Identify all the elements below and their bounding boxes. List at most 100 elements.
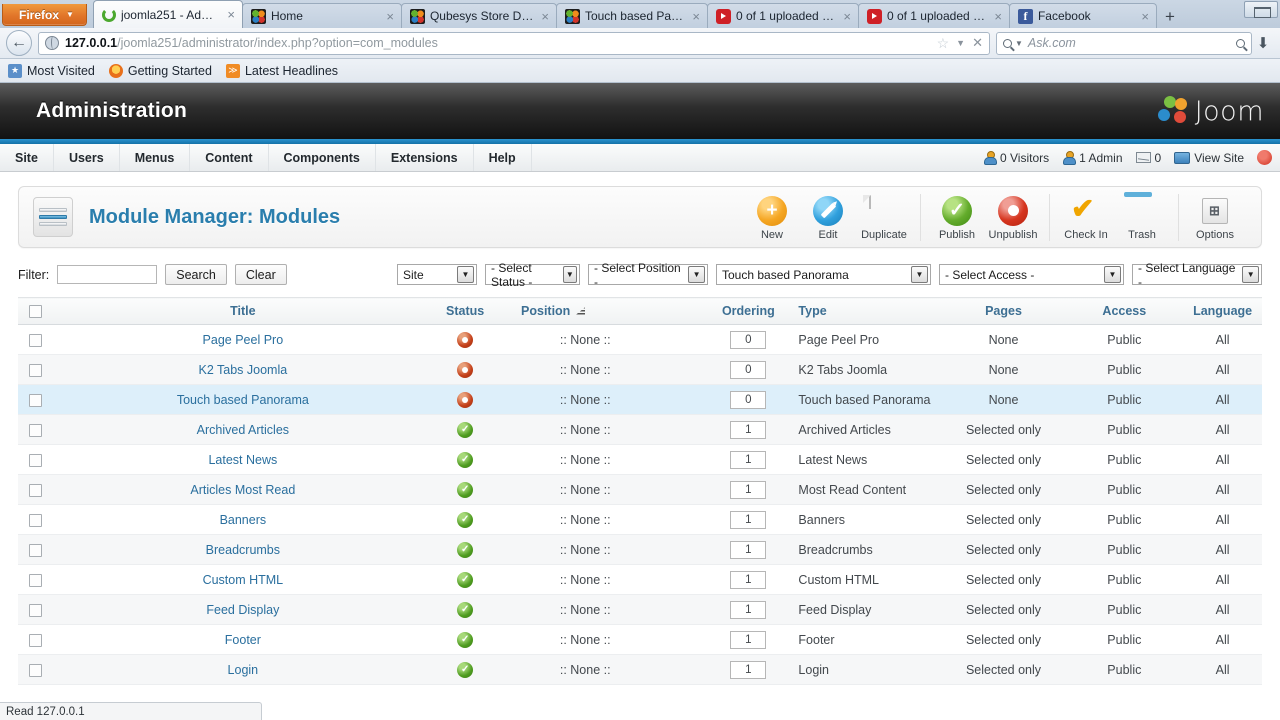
- search-bar[interactable]: ▼ Ask.com: [996, 31, 1252, 55]
- row-ordering-cell[interactable]: 0: [704, 354, 793, 385]
- window-restore-button[interactable]: [1244, 1, 1278, 18]
- row-select-cell[interactable]: [18, 504, 53, 535]
- ordering-input[interactable]: 1: [730, 510, 767, 529]
- bookmark-latest-headlines[interactable]: ≫ Latest Headlines: [225, 63, 338, 78]
- duplicate-button[interactable]: Duplicate: [856, 194, 912, 241]
- search-input[interactable]: Ask.com: [1028, 36, 1231, 50]
- row-checkbox[interactable]: [28, 363, 42, 377]
- module-title-link[interactable]: Custom HTML: [203, 573, 284, 587]
- row-ordering-cell[interactable]: 1: [704, 534, 793, 565]
- th-pages[interactable]: Pages: [941, 297, 1066, 325]
- published-status-icon[interactable]: ✓: [457, 571, 474, 588]
- row-ordering-cell[interactable]: 1: [704, 594, 793, 625]
- row-status-cell[interactable]: ✓: [433, 504, 498, 535]
- unpublished-status-icon[interactable]: [457, 391, 474, 408]
- published-status-icon[interactable]: ✓: [457, 511, 474, 528]
- publish-button[interactable]: ✓ Publish: [929, 194, 985, 241]
- bookmark-most-visited[interactable]: ★ Most Visited: [8, 63, 95, 78]
- filter-search-input[interactable]: [57, 265, 158, 284]
- row-status-cell[interactable]: ✓: [433, 414, 498, 445]
- row-title-cell[interactable]: Articles Most Read: [52, 474, 434, 505]
- table-row[interactable]: Banners ✓:: None :: 1 Banners Selected only P…: [18, 504, 1262, 535]
- unpublish-button[interactable]: Unpublish: [985, 194, 1041, 241]
- row-select-cell[interactable]: [18, 474, 53, 505]
- th-ordering[interactable]: Ordering: [704, 297, 793, 325]
- module-title-link[interactable]: Banners: [220, 513, 267, 527]
- url-bar[interactable]: 127.0.0.1/joomla251/administrator/index.…: [38, 31, 990, 55]
- th-language[interactable]: Language: [1183, 297, 1262, 325]
- row-status-cell[interactable]: ✓: [433, 594, 498, 625]
- published-status-icon[interactable]: ✓: [457, 451, 474, 468]
- published-status-icon[interactable]: ✓: [457, 541, 474, 558]
- close-icon[interactable]: ×: [385, 10, 395, 23]
- row-ordering-cell[interactable]: 1: [704, 504, 793, 535]
- new-tab-button[interactable]: +: [1158, 6, 1182, 28]
- view-site-link[interactable]: View Site: [1174, 151, 1244, 165]
- close-icon[interactable]: ×: [226, 8, 236, 21]
- row-status-cell[interactable]: ✓: [433, 564, 498, 595]
- messages-count[interactable]: 0: [1135, 151, 1161, 165]
- table-row[interactable]: Articles Most Read ✓:: None :: 1 Most Read …: [18, 474, 1262, 505]
- row-checkbox[interactable]: [28, 393, 42, 407]
- row-select-cell[interactable]: [18, 414, 53, 445]
- row-select-cell[interactable]: [18, 444, 53, 475]
- table-row[interactable]: K2 Tabs Joomla:: None :: 0 K2 Tabs Joomla N…: [18, 354, 1262, 385]
- module-title-link[interactable]: Touch based Panorama: [177, 393, 309, 407]
- row-checkbox[interactable]: [28, 573, 42, 587]
- row-ordering-cell[interactable]: 1: [704, 474, 793, 505]
- row-select-cell[interactable]: [18, 354, 53, 385]
- stop-close-icon[interactable]: ✕: [972, 35, 983, 51]
- row-ordering-cell[interactable]: 1: [704, 564, 793, 595]
- menu-item-help[interactable]: Help: [474, 144, 532, 171]
- select-language[interactable]: - Select Language - ▼: [1132, 261, 1262, 289]
- row-checkbox[interactable]: [28, 543, 42, 557]
- module-title-link[interactable]: Latest News: [208, 453, 277, 467]
- chevron-down-icon[interactable]: ▼: [1242, 266, 1259, 283]
- row-title-cell[interactable]: Banners: [52, 504, 434, 535]
- chevron-down-icon[interactable]: ▼: [956, 38, 965, 48]
- new-button[interactable]: + New: [744, 194, 800, 241]
- row-ordering-cell[interactable]: 1: [704, 624, 793, 655]
- row-select-cell[interactable]: [18, 624, 53, 655]
- module-title-link[interactable]: Articles Most Read: [190, 483, 295, 497]
- row-status-cell[interactable]: ✓: [433, 534, 498, 565]
- chevron-down-icon[interactable]: ▼: [457, 266, 474, 283]
- bookmark-star-icon[interactable]: ☆: [937, 35, 950, 52]
- table-row[interactable]: Feed Display ✓:: None :: 1 Feed Display Sele…: [18, 594, 1262, 625]
- th-status[interactable]: Status: [433, 297, 498, 325]
- row-title-cell[interactable]: K2 Tabs Joomla: [52, 354, 434, 385]
- downloads-icon[interactable]: ⬇: [1252, 34, 1274, 52]
- row-checkbox[interactable]: [28, 483, 42, 497]
- row-ordering-cell[interactable]: 1: [704, 444, 793, 475]
- close-icon[interactable]: ×: [993, 10, 1003, 23]
- close-icon[interactable]: ×: [842, 10, 852, 23]
- row-checkbox[interactable]: [28, 633, 42, 647]
- select-all-checkbox[interactable]: [28, 305, 42, 319]
- row-select-cell[interactable]: [18, 534, 53, 565]
- ordering-input[interactable]: 1: [730, 600, 767, 619]
- clear-button[interactable]: Clear: [234, 264, 287, 285]
- module-title-link[interactable]: Page Peel Pro: [203, 333, 284, 347]
- module-title-link[interactable]: Login: [228, 663, 259, 677]
- trash-button[interactable]: Trash: [1114, 194, 1170, 241]
- search-go-icon[interactable]: [1236, 38, 1245, 48]
- check-in-button[interactable]: ✔ Check In: [1058, 194, 1114, 241]
- row-status-cell[interactable]: ✓: [433, 444, 498, 475]
- ordering-input[interactable]: 1: [730, 570, 767, 589]
- chevron-down-icon[interactable]: ▼: [1015, 39, 1023, 48]
- search-button[interactable]: Search: [165, 264, 227, 285]
- th-position[interactable]: Position: [497, 297, 674, 325]
- close-icon[interactable]: ×: [1140, 10, 1150, 23]
- row-ordering-cell[interactable]: 1: [704, 654, 793, 685]
- browser-tab[interactable]: 0 of 1 uploaded - Yo... ×: [857, 3, 1010, 28]
- select-status[interactable]: - Select Status - ▼: [485, 261, 580, 289]
- row-title-cell[interactable]: Custom HTML: [52, 564, 434, 595]
- ordering-input[interactable]: 1: [730, 420, 767, 439]
- ordering-input[interactable]: 1: [730, 660, 767, 679]
- row-checkbox[interactable]: [28, 423, 42, 437]
- ordering-input[interactable]: 1: [730, 480, 767, 499]
- table-row[interactable]: Page Peel Pro:: None :: 0 Page Peel Pro Non…: [18, 324, 1262, 355]
- bookmark-getting-started[interactable]: Getting Started: [108, 63, 212, 78]
- module-title-link[interactable]: K2 Tabs Joomla: [198, 363, 287, 377]
- row-select-cell[interactable]: [18, 594, 53, 625]
